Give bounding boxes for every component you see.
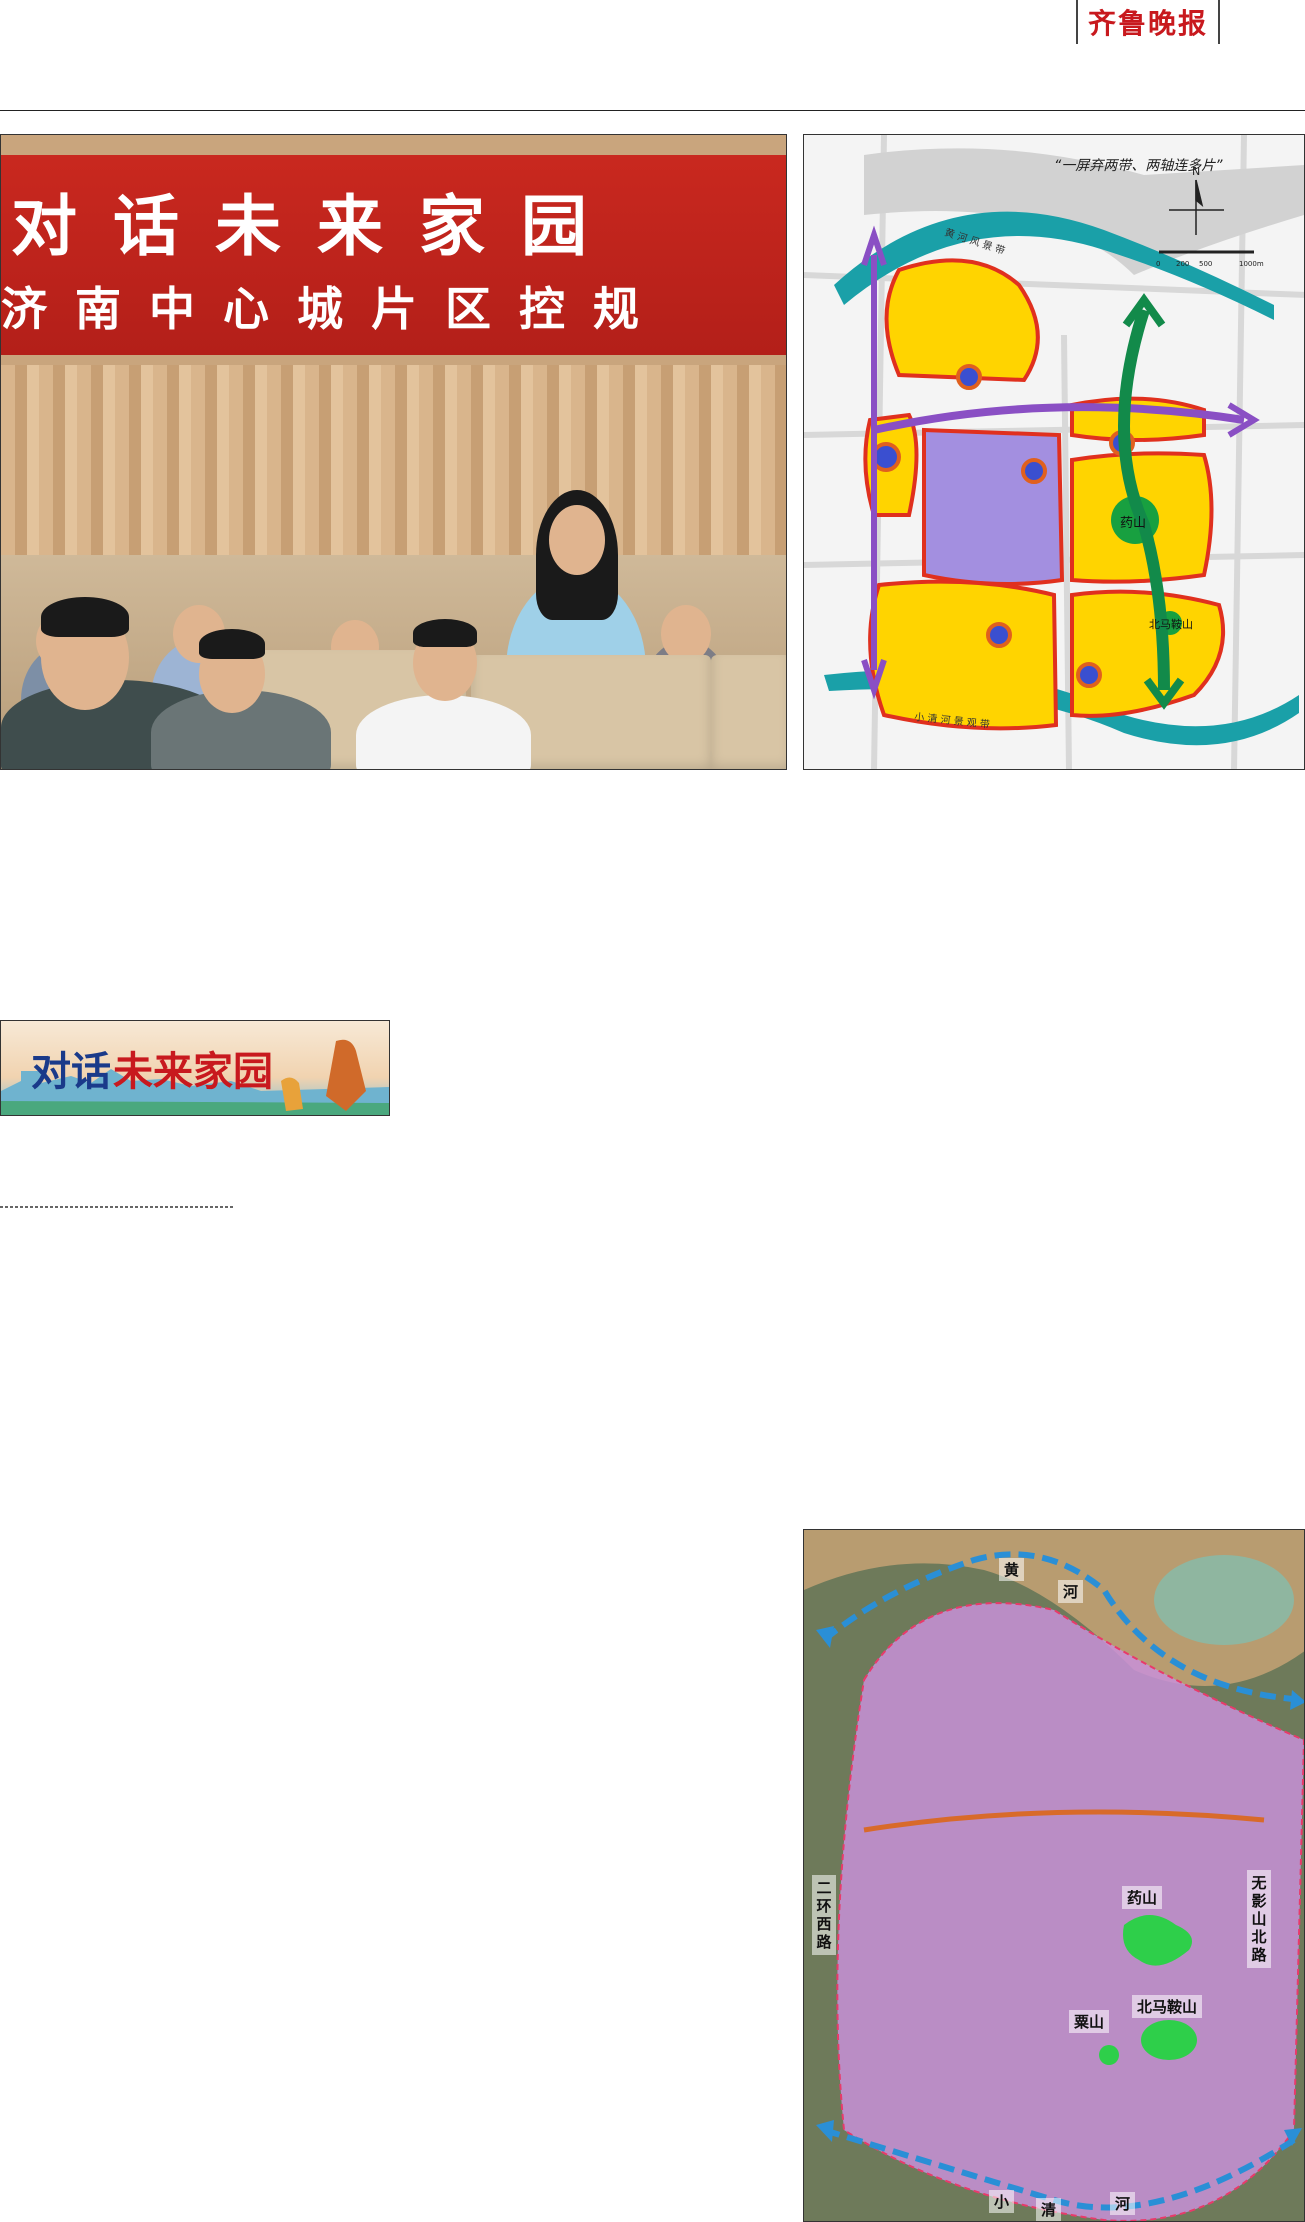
column-title-part1: 对话 [31, 1048, 111, 1095]
column-header-graphic: 对话 未来家园 [0, 1020, 390, 1116]
pond [1154, 1555, 1294, 1645]
label-huang: 黄 [999, 1558, 1025, 1581]
label-sushan: 粟山 [1069, 2010, 1110, 2033]
dotted-separator [0, 1206, 233, 1208]
beimaanshan-green [1141, 2020, 1197, 2060]
header-rule [0, 110, 1305, 111]
meeting-photo: 对话未来家园 济南中心城片区控规 [0, 134, 787, 770]
core-zone [922, 427, 1065, 586]
attendee-hair [413, 619, 477, 647]
chair [711, 655, 786, 769]
newspaper-masthead: 齐鲁晚报 [1075, 0, 1220, 44]
scale-0: 0 [1156, 260, 1160, 268]
label-yaoshan: 药山 [1122, 1886, 1163, 1909]
label-beimaanshan: 北马鞍山 [1149, 617, 1193, 631]
label-qing: 清 [1036, 2198, 1062, 2221]
label-he: 河 [1058, 1580, 1084, 1603]
banner-title: 对话未来家园 [11, 188, 623, 265]
satellite-map-svg [804, 1530, 1304, 2221]
label-he2: 河 [1110, 2192, 1136, 2215]
scale-1000: 1000m [1239, 260, 1264, 268]
scale-200: 200 [1176, 260, 1189, 268]
masthead-name: 齐鲁晚报 [1087, 7, 1208, 40]
label-xiao: 小 [989, 2190, 1015, 2213]
satellite-map: 黄 河 二环西路 无影山北路 药山 北马鞍山 粟山 小 清 河 [803, 1529, 1305, 2222]
speaker-head [549, 505, 605, 575]
scale-500: 500 [1199, 260, 1212, 268]
plan-title: “一屏弃两带、两轴连多片” [1054, 158, 1223, 174]
label-road-left: 二环西路 [812, 1875, 836, 1955]
label-road-right: 无影山北路 [1247, 1870, 1271, 1968]
column-title-part2: 未来家园 [113, 1048, 273, 1095]
attendee-hair [199, 629, 265, 659]
planning-diagram: N 0 200 500 1000m 药山 北马鞍山 黄 河 风 景 带 小 清 … [803, 134, 1305, 770]
planning-diagram-svg: N 0 200 500 1000m 药山 北马鞍山 黄 河 风 景 带 小 清 … [804, 135, 1304, 769]
zone-south-west [868, 579, 1059, 731]
sushan-green [1099, 2045, 1119, 2065]
front-attendee-hair [41, 597, 129, 637]
curtain [1, 365, 786, 585]
label-beimaanshan: 北马鞍山 [1132, 1995, 1203, 2018]
banner-subtitle: 济南中心城片区控规 [1, 282, 667, 336]
attendee-white-polo [356, 695, 531, 769]
label-yaoshan: 药山 [1120, 516, 1146, 531]
